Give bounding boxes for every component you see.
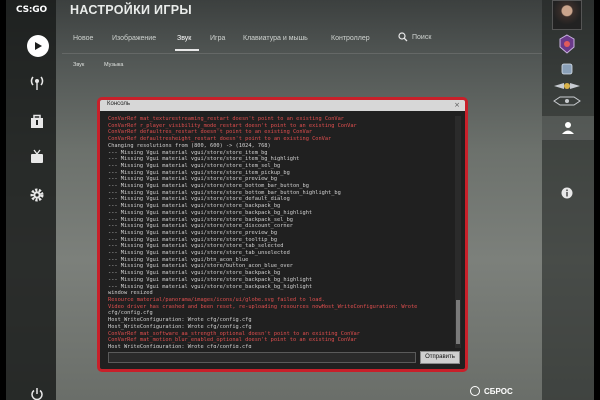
console-line: cfg/config.cfg — [108, 310, 153, 317]
close-icon[interactable]: × — [453, 101, 461, 109]
subtab-music[interactable]: Музыка — [104, 62, 123, 68]
console-line: Changing resolutions from (800, 600) -> … — [108, 142, 271, 149]
avatar-icon — [552, 0, 582, 30]
console-line: --- Missing Vgui material vgui/btn_acon_… — [108, 256, 249, 263]
rank-badge[interactable] — [550, 33, 584, 55]
settings-button[interactable] — [26, 184, 48, 206]
power-button[interactable] — [26, 383, 48, 400]
reset-button[interactable]: СБРОС — [470, 386, 513, 396]
main-sidebar: CS:GO — [6, 0, 56, 400]
power-icon — [31, 388, 43, 400]
console-line: --- Missing Vgui material vgui/store/sto… — [108, 276, 313, 283]
tv-icon — [31, 149, 43, 163]
console-line: --- Missing Vgui material vgui/store/sto… — [108, 203, 281, 210]
console-line: --- Missing Vgui material vgui/store/sto… — [108, 250, 290, 257]
friends-icon — [562, 122, 574, 134]
console-line: --- Missing Vgui material vgui/store/sto… — [108, 176, 278, 183]
tab-keyboard-mouse[interactable]: Клавиатура и мышь — [243, 35, 308, 42]
console-line: --- Missing Vgui material vgui/store/sto… — [108, 162, 281, 169]
tab-audio[interactable]: Звук — [177, 35, 191, 42]
active-tab-underline — [175, 49, 199, 51]
settings-tabs: Новое Изображение Звук Игра Клавиатура и… — [62, 28, 542, 52]
game-settings-screen: CS:GO НАСТРОЙКИ ИГРЫ Новое Изображение З… — [0, 0, 600, 400]
console-line: window resized — [108, 290, 153, 297]
reset-label: СБРОС — [484, 386, 513, 396]
console-line: --- Missing Vgui material vgui/store/sto… — [108, 283, 313, 290]
console-line: --- Missing Vgui material vgui/store/sto… — [108, 223, 293, 230]
profile-rank[interactable] — [550, 60, 584, 78]
page-title: НАСТРОЙКИ ИГРЫ — [70, 3, 192, 17]
chevron-rank-icon — [553, 96, 581, 106]
info-icon — [561, 187, 573, 199]
tab-video[interactable]: Изображение — [112, 35, 156, 42]
console-line: --- Missing Vgui material vgui/store/sto… — [108, 149, 268, 156]
console-line: ConVarRef defaultresheight_restart doesn… — [108, 136, 332, 143]
player-avatar[interactable] — [550, 0, 584, 30]
console-line: --- Missing Vgui material vgui/store/but… — [108, 263, 293, 270]
csgo-logo: CS:GO — [16, 5, 47, 15]
search-label: Поиск — [412, 33, 432, 41]
submit-button[interactable]: Отправить — [420, 351, 460, 364]
console-log: ConVarRef mat_texturestreaming_restart d… — [108, 116, 453, 348]
console-line: --- Missing Vgui material vgui/store/sto… — [108, 196, 290, 203]
console-input[interactable] — [108, 352, 416, 363]
console-line: --- Missing Vgui material vgui/store/sto… — [108, 216, 293, 223]
console-line: --- Missing Vgui material vgui/store/sto… — [108, 183, 309, 190]
console-line: ConVarRef defaultres_restart doesn't poi… — [108, 129, 313, 136]
console-line: Host_WriteConfiguration: Wrote cfg/confi… — [108, 323, 252, 330]
console-line: --- Missing Vgui material vgui/store/sto… — [108, 169, 290, 176]
console-line: --- Missing Vgui material vgui/store/sto… — [108, 156, 300, 163]
console-line: Resource material/panorama/images/icons/… — [108, 296, 325, 303]
wings-rank-icon — [554, 83, 580, 89]
play-button[interactable] — [27, 35, 49, 57]
friends-button[interactable] — [542, 116, 594, 140]
console-line: ConVarRef r_player_visibility_mode_resta… — [108, 122, 357, 129]
console-line: ConVarRef mat_texturestreaming_restart d… — [108, 116, 344, 122]
console-scrollbar-thumb[interactable] — [456, 300, 460, 344]
play-icon — [35, 42, 42, 50]
console-line: --- Missing Vgui material vgui/store/sto… — [108, 189, 341, 196]
console-window[interactable]: Консоль × ConVarRef mat_texturestreaming… — [97, 97, 468, 372]
rank-badge-icon — [559, 34, 575, 54]
search-button[interactable]: Поиск — [398, 32, 431, 42]
chevron-rank[interactable] — [550, 94, 584, 108]
wings-rank[interactable] — [550, 78, 584, 94]
console-line: ConVarRef mat_software_aa_strength_optio… — [108, 330, 360, 337]
console-line: --- Missing Vgui material vgui/store/sto… — [108, 236, 278, 243]
console-line: Video driver has crashed and been reset,… — [108, 303, 418, 310]
tab-new[interactable]: Новое — [73, 35, 93, 42]
tab-controller[interactable]: Контроллер — [331, 35, 370, 42]
tabs-divider — [62, 53, 542, 54]
watch-button[interactable] — [26, 72, 48, 94]
profile-rank-icon — [561, 63, 573, 75]
console-titlebar[interactable]: Консоль × — [100, 100, 465, 111]
console-line: ConVarRef mat_motion_blur_enabled_option… — [108, 337, 357, 344]
tv-button[interactable] — [26, 146, 48, 168]
tab-game[interactable]: Игра — [210, 35, 225, 42]
antenna-icon — [30, 76, 44, 90]
console-line: Host_WriteConfiguration: Wrote cfg/confi… — [108, 317, 252, 324]
console-line: --- Missing Vgui material vgui/store/sto… — [108, 209, 313, 216]
console-line: --- Missing Vgui material vgui/store/sto… — [108, 243, 284, 250]
subtab-sound[interactable]: Звук — [73, 62, 84, 68]
info-button[interactable] — [550, 185, 584, 201]
gear-icon — [30, 188, 44, 202]
console-line: --- Missing Vgui material vgui/store/sto… — [108, 229, 278, 236]
search-icon — [398, 32, 408, 42]
inventory-button[interactable] — [26, 111, 48, 133]
right-panel — [542, 0, 594, 400]
console-line: --- Missing Vgui material vgui/store/sto… — [108, 270, 281, 277]
console-line: Host_WriteConfiguration: Wrote cfg/confi… — [108, 343, 252, 348]
right-edge — [594, 0, 600, 400]
console-title: Консоль — [107, 101, 131, 107]
reset-icon — [470, 386, 480, 396]
inventory-icon — [31, 114, 43, 128]
